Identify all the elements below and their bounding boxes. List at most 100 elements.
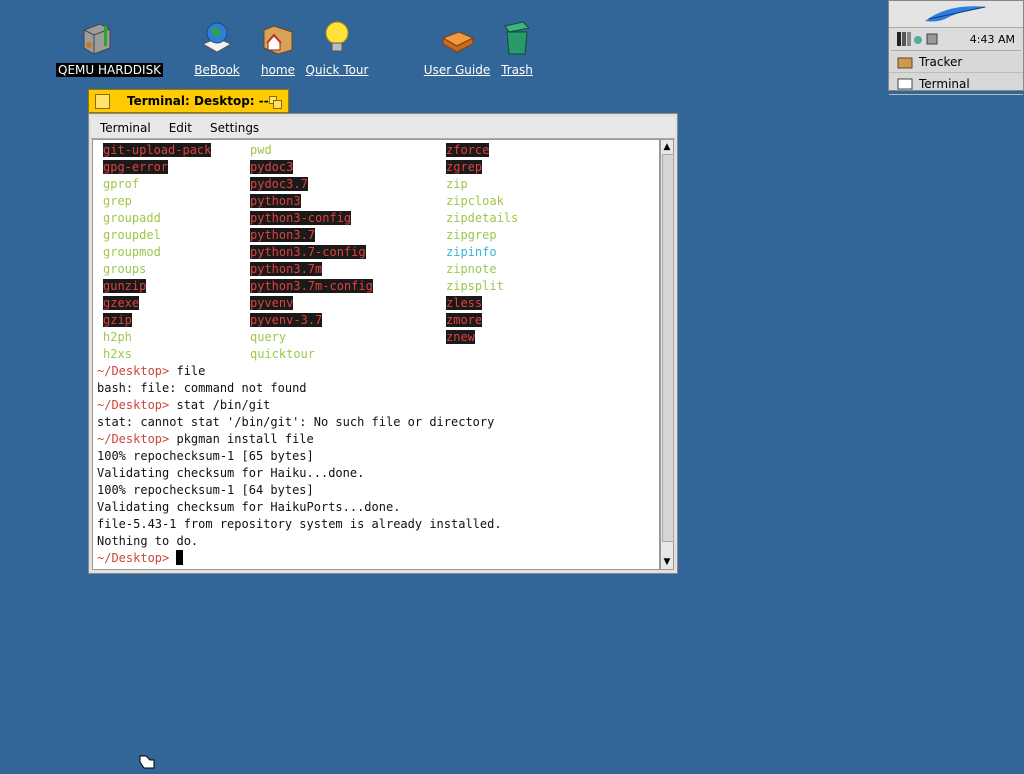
listing-entry: pyvenv: [250, 295, 294, 312]
deskbar-app-label: Terminal: [919, 76, 970, 91]
output-line: bash: file: command not found: [97, 381, 307, 395]
listing-entry-text: python3.7m: [250, 262, 323, 276]
output-line: stat: cannot stat '/bin/git': No such fi…: [97, 415, 495, 429]
window-tab[interactable]: Terminal: Desktop: --: [88, 89, 289, 113]
terminal-window: Terminal Edit Settings git-upload-pack gp…: [88, 113, 678, 574]
listing-entry-text: python3-config: [250, 211, 352, 225]
deskbar-menu-button[interactable]: [889, 1, 1023, 28]
listing-entry-text: zipdetails: [446, 211, 519, 225]
listing-entry-text: pyvenv-3.7: [250, 313, 323, 327]
listing-entry: pydoc3.7: [250, 176, 308, 193]
listing-entry: gunzip: [103, 278, 147, 295]
output-line: 100% repochecksum-1 [65 bytes]: [97, 449, 314, 463]
listing-entry-text: gzexe: [103, 296, 140, 310]
output-line: file-5.43-1 from repository system is al…: [97, 517, 502, 531]
listing-entry-text: gzip: [103, 313, 132, 327]
system-tray: 4:43 AM: [891, 28, 1021, 51]
terminal-view[interactable]: git-upload-pack gpg-error gprof grep groupad…: [92, 139, 660, 570]
listing-entry-text: python3.7m-config: [250, 279, 373, 293]
text-cursor: [176, 550, 184, 565]
command-line: ~/Desktop>: [97, 550, 184, 567]
harddisk-icon: [78, 20, 114, 56]
listing-entry: pydoc3: [250, 159, 294, 176]
trash-icon: [499, 20, 535, 56]
listing-entry-text: pyvenv: [250, 296, 294, 310]
command-text: [169, 551, 176, 565]
menu-bar: Terminal Edit Settings: [91, 117, 675, 139]
command-line: ~/Desktop> pkgman install file: [97, 431, 314, 448]
mouse-pointer-icon: [138, 754, 156, 774]
menu-terminal[interactable]: Terminal: [91, 121, 160, 135]
listing-entry-text: zforce: [446, 143, 490, 157]
listing-entry: gzip: [103, 312, 132, 329]
prompt: ~/Desktop>: [97, 364, 170, 378]
listing-entry: zipdetails: [446, 210, 518, 227]
haiku-leaf-icon: [925, 6, 987, 22]
listing-entry-text: pydoc3.7: [250, 177, 308, 191]
listing-entry-text: grep: [103, 194, 132, 208]
output-line: Validating checksum for HaikuPorts...don…: [97, 500, 401, 514]
listing-entry-text: groupmod: [103, 245, 161, 259]
deskbar: 4:43 AM Tracker Terminal: [888, 0, 1024, 95]
listing-entry: zipgrep: [446, 227, 497, 244]
listing-entry: gzexe: [103, 295, 140, 312]
listing-entry-text: groupadd: [103, 211, 161, 225]
listing-entry: grep: [103, 193, 132, 210]
listing-entry: python3-config: [250, 210, 352, 227]
listing-entry-text: groups: [103, 262, 147, 276]
listing-entry-text: h2xs: [103, 347, 132, 361]
listing-entry: zforce: [446, 142, 490, 159]
output-line: 100% repochecksum-1 [64 bytes]: [97, 483, 314, 497]
home-folder-icon: [260, 20, 296, 56]
listing-entry: zipnote: [446, 261, 497, 278]
deskbar-app-tracker[interactable]: Tracker: [889, 51, 1023, 73]
close-button[interactable]: [95, 94, 110, 109]
vertical-scrollbar[interactable]: ▲ ▼: [660, 139, 674, 570]
listing-entry-text: pydoc3: [250, 160, 294, 174]
listing-entry-text: python3: [250, 194, 301, 208]
listing-entry-text: zless: [446, 296, 483, 310]
listing-entry: zipcloak: [446, 193, 504, 210]
listing-entry-text: zmore: [446, 313, 483, 327]
deskbar-app-terminal[interactable]: Terminal: [889, 73, 1023, 95]
listing-entry-text: python3.7-config: [250, 245, 366, 259]
menu-edit[interactable]: Edit: [160, 121, 201, 135]
desktop-icon-quicktour[interactable]: Quick Tour: [297, 20, 377, 78]
listing-entry: h2xs: [103, 346, 132, 363]
desktop-icon-harddisk[interactable]: QEMU HARDDISK: [56, 20, 164, 78]
tray-status-icons[interactable]: [891, 30, 943, 48]
window-title: Terminal: Desktop: --: [127, 94, 269, 108]
listing-entry: python3.7-config: [250, 244, 366, 261]
listing-entry-text: quicktour: [250, 347, 316, 361]
desktop-icon-label: QEMU HARDDISK: [56, 63, 164, 77]
listing-entry: groups: [103, 261, 146, 278]
globe-book-icon: [199, 20, 235, 56]
prompt: ~/Desktop>: [97, 551, 170, 565]
desktop-icon-trash[interactable]: Trash: [477, 20, 557, 78]
clock[interactable]: 4:43 AM: [970, 33, 1021, 46]
listing-entry: zipsplit: [446, 278, 504, 295]
command-line: ~/Desktop> file: [97, 363, 205, 380]
scrollbar-thumb[interactable]: [662, 154, 674, 542]
listing-entry-text: python3.7: [250, 228, 316, 242]
listing-entry-text: query: [250, 330, 287, 344]
listing-entry-text: groupdel: [103, 228, 161, 242]
listing-entry-text: h2ph: [103, 330, 132, 344]
scroll-down-arrow-icon[interactable]: ▼: [662, 556, 672, 568]
prompt: ~/Desktop>: [97, 398, 170, 412]
listing-entry: h2ph: [103, 329, 132, 346]
command-text: file: [169, 364, 206, 378]
zoom-button[interactable]: [269, 94, 282, 109]
listing-entry-text: zipgrep: [446, 228, 497, 242]
scroll-up-arrow-icon[interactable]: ▲: [662, 141, 672, 153]
listing-entry: pwd: [250, 142, 272, 159]
listing-entry: zgrep: [446, 159, 483, 176]
listing-entry: query: [250, 329, 286, 346]
listing-entry-text: zipinfo: [446, 245, 497, 259]
command-text: pkgman install file: [169, 432, 314, 446]
listing-entry: zipinfo: [446, 244, 497, 261]
listing-entry: pyvenv-3.7: [250, 312, 323, 329]
listing-entry: gprof: [103, 176, 139, 193]
lightbulb-icon: [319, 20, 355, 56]
menu-settings[interactable]: Settings: [201, 121, 268, 135]
